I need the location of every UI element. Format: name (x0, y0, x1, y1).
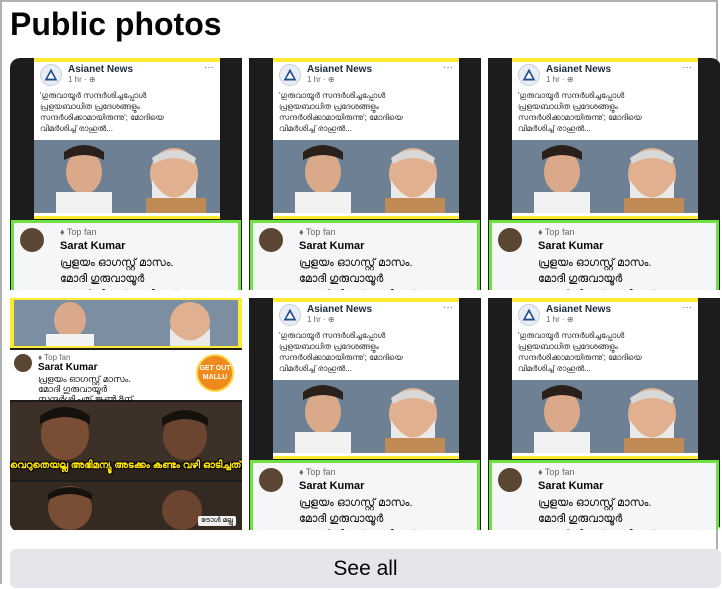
comment-text: പ്രളയം ഓഗസ്റ്റ് മാസം. മോദി ഗുരുവായൂർ സന്… (60, 257, 176, 290)
post-photo (512, 140, 698, 213)
comment-screenshot: ♦ Top fan Sarat Kumar പ്രളയം ഓഗസ്റ്റ് മാ… (250, 460, 480, 530)
post-header: Asianet News 1 hr · ⊕ ··· (34, 62, 220, 86)
comment-text: പ്രളയം ഓഗസ്റ്റ് മാസം. മോദി ഗുരുവായൂർ സന്… (538, 497, 654, 530)
more-icon: ··· (204, 62, 214, 73)
top-fan-badge: ♦ Top fan (60, 227, 97, 237)
photo-tile[interactable]: Asianet News 1 hr · ⊕ ··· 'ഗുരുവായൂർ സന്… (249, 298, 481, 530)
avatar-icon (498, 468, 522, 492)
post-header: Asianet News 1 hr · ⊕ ··· (273, 62, 459, 86)
asianet-logo-icon (279, 304, 301, 326)
meme-panel-top: വെറുതെയല്ല അഭിമന്യൂ അടക്കം കണ്ടം വഴി ഓടി… (10, 402, 242, 480)
post-header: Asianet News 1 hr · ⊕ ··· (273, 302, 459, 326)
more-icon: ··· (443, 302, 453, 313)
asianet-logo-icon (518, 304, 540, 326)
section-title: Public photos (10, 6, 222, 42)
top-fan-badge: ♦ Top fan (299, 467, 336, 477)
post-time: 1 hr · ⊕ (546, 315, 574, 324)
post-header: Asianet News 1 hr · ⊕ ··· (512, 302, 698, 326)
post-photo (512, 380, 698, 453)
post-source: Asianet News (307, 64, 373, 75)
commenter-name: Sarat Kumar (538, 480, 604, 492)
photo-tile[interactable]: ♦ Top fan Sarat Kumar പ്രളയം ഓഗസ്റ്റ് മാ… (10, 298, 242, 530)
post-time: 1 hr · ⊕ (546, 75, 574, 84)
more-icon: ··· (682, 62, 692, 73)
post-photo (273, 380, 459, 453)
top-fan-badge: ♦ Top fan (538, 467, 575, 477)
asianet-logo-icon (279, 64, 301, 86)
comment-text: പ്രളയം ഓഗസ്റ്റ് മാസം. മോദി ഗുരുവായൂർ സന്… (299, 257, 415, 290)
meme-top-photo (10, 298, 242, 348)
post-screenshot: Asianet News 1 hr · ⊕ ··· 'ഗുരുവായൂർ സന്… (512, 58, 698, 219)
post-caption: 'ഗുരുവായൂർ സന്ദർശിച്ചപ്പോൾ പ്രളയബാധിത പ്… (518, 91, 642, 133)
post-time: 1 hr · ⊕ (307, 315, 335, 324)
commenter-name: Sarat Kumar (538, 240, 604, 252)
post-caption: 'ഗുരുവായൂർ സന്ദർശിച്ചപ്പോൾ പ്രളയബാധിത പ്… (40, 91, 164, 133)
commenter-name: Sarat Kumar (38, 362, 98, 373)
post-screenshot: Asianet News 1 hr · ⊕ ··· 'ഗുരുവായൂർ സന്… (512, 298, 698, 459)
post-screenshot: Asianet News 1 hr · ⊕ ··· 'ഗുരുവായൂർ സന്… (34, 58, 220, 219)
comment-text: പ്രളയം ഓഗസ്റ്റ് മാസം. മോദി ഗുരുവായൂർ സന്… (538, 257, 654, 290)
top-fan-badge: ♦ Top fan (299, 227, 336, 237)
post-source: Asianet News (546, 64, 612, 75)
meme-subtitle: വെറുതെയല്ല അഭിമന്യൂ അടക്കം കണ്ടം വഴി ഓടി… (10, 460, 242, 471)
commenter-name: Sarat Kumar (60, 240, 126, 252)
post-source: Asianet News (68, 64, 134, 75)
comment-text: പ്രളയം ഓഗസ്റ്റ് മാസം. മോദി ഗുരുവായൂർ സന്… (299, 497, 415, 530)
see-all-button[interactable]: See all (10, 549, 721, 588)
meme-panel-bottom: ട്രോൾ മല്ലു (10, 482, 242, 530)
page-logo-badge: GET OUT MALLU (196, 354, 234, 392)
post-photo (34, 140, 220, 213)
post-caption: 'ഗുരുവായൂർ സന്ദർശിച്ചപ്പോൾ പ്രളയബാധിത പ്… (518, 331, 642, 373)
post-caption: 'ഗുരുവായൂർ സന്ദർശിച്ചപ്പോൾ പ്രളയബാധിത പ്… (279, 331, 403, 373)
comment-screenshot: ♦ Top fan Sarat Kumar പ്രളയം ഓഗസ്റ്റ് മാ… (11, 220, 241, 290)
post-photo (273, 140, 459, 213)
more-icon: ··· (682, 302, 692, 313)
avatar-icon (498, 228, 522, 252)
top-fan-badge: ♦ Top fan (38, 353, 71, 362)
photo-tile[interactable]: Asianet News 1 hr · ⊕ ··· 'ഗുരുവായൂർ സന്… (488, 298, 720, 530)
comment-screenshot: ♦ Top fan Sarat Kumar പ്രളയം ഓഗസ്റ്റ് മാ… (489, 220, 719, 290)
post-screenshot: Asianet News 1 hr · ⊕ ··· 'ഗുരുവായൂർ സന്… (273, 298, 459, 459)
avatar-icon (20, 228, 44, 252)
top-fan-badge: ♦ Top fan (538, 227, 575, 237)
post-header: Asianet News 1 hr · ⊕ ··· (512, 62, 698, 86)
more-icon: ··· (443, 62, 453, 73)
post-time: 1 hr · ⊕ (68, 75, 96, 84)
post-source: Asianet News (307, 304, 373, 315)
photo-grid: Asianet News 1 hr · ⊕ ··· 'ഗുരുവായൂർ സന്… (10, 58, 721, 532)
photo-tile[interactable]: Asianet News 1 hr · ⊕ ··· 'ഗുരുവായൂർ സന്… (10, 58, 242, 290)
watermark-label: ട്രോൾ മല്ലു (197, 516, 236, 526)
meme-comment: ♦ Top fan Sarat Kumar പ്രളയം ഓഗസ്റ്റ് മാ… (10, 350, 242, 404)
public-photos-card: Public photos Asianet News 1 hr · ⊕ ··· … (0, 0, 721, 588)
commenter-name: Sarat Kumar (299, 240, 365, 252)
asianet-logo-icon (40, 64, 62, 86)
post-source: Asianet News (546, 304, 612, 315)
asianet-logo-icon (518, 64, 540, 86)
avatar-icon (259, 228, 283, 252)
commenter-name: Sarat Kumar (299, 480, 365, 492)
post-screenshot: Asianet News 1 hr · ⊕ ··· 'ഗുരുവായൂർ സന്… (273, 58, 459, 219)
avatar-icon (14, 354, 32, 372)
post-caption: 'ഗുരുവായൂർ സന്ദർശിച്ചപ്പോൾ പ്രളയബാധിത പ്… (279, 91, 403, 133)
avatar-icon (259, 468, 283, 492)
comment-screenshot: ♦ Top fan Sarat Kumar പ്രളയം ഓഗസ്റ്റ് മാ… (489, 460, 719, 530)
photo-tile[interactable]: Asianet News 1 hr · ⊕ ··· 'ഗുരുവായൂർ സന്… (249, 58, 481, 290)
comment-screenshot: ♦ Top fan Sarat Kumar പ്രളയം ഓഗസ്റ്റ് മാ… (250, 220, 480, 290)
comment-text: പ്രളയം ഓഗസ്റ്റ് മാസം. മോദി ഗുരുവായൂർ സന്… (38, 374, 133, 404)
photo-tile[interactable]: Asianet News 1 hr · ⊕ ··· 'ഗുരുവായൂർ സന്… (488, 58, 720, 290)
post-time: 1 hr · ⊕ (307, 75, 335, 84)
